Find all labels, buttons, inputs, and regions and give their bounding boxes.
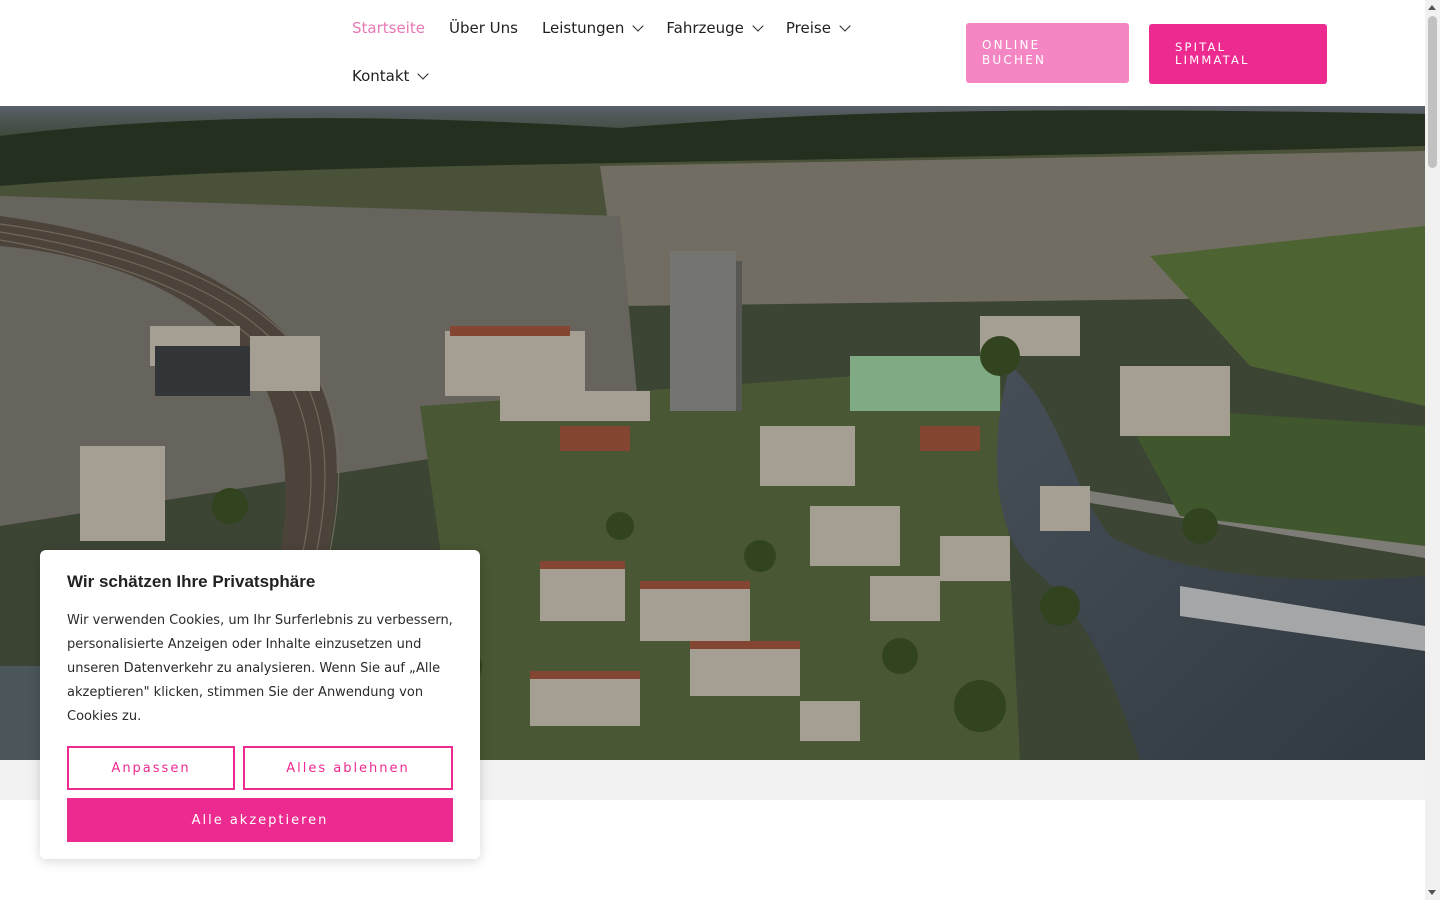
page-scrollbar[interactable] bbox=[1425, 0, 1440, 900]
spital-limmatal-line2: LIMMATAL bbox=[1175, 53, 1250, 67]
nav-item-label: Fahrzeuge bbox=[666, 19, 744, 37]
chevron-down-icon bbox=[752, 20, 764, 32]
nav-item-leistungen[interactable]: Leistungen bbox=[530, 8, 654, 48]
cookie-title: Wir schätzen Ihre Privatsphäre bbox=[67, 572, 316, 591]
chevron-down-icon bbox=[417, 68, 430, 80]
nav-item-startseite[interactable]: Startseite bbox=[340, 8, 437, 48]
accept-all-button[interactable]: Alle akzeptieren bbox=[67, 798, 453, 842]
cookie-text: Wir verwenden Cookies, um Ihr Surferlebn… bbox=[67, 613, 453, 724]
nav-item-label: Preise bbox=[785, 19, 831, 37]
nav-item-fahrzeuge[interactable]: Fahrzeuge bbox=[654, 8, 773, 48]
site-header: Startseite Über Uns Leistungen Fahrzeuge… bbox=[0, 0, 1425, 106]
cookie-consent-banner: Wir schätzen Ihre Privatsphäre Wir verwe… bbox=[40, 550, 480, 859]
online-buchen-line2: BUCHEN bbox=[982, 53, 1047, 67]
customize-button[interactable]: Anpassen bbox=[67, 746, 235, 790]
main-nav: Startseite Über Uns Leistungen Fahrzeuge… bbox=[340, 8, 900, 104]
nav-item-label: Kontakt bbox=[352, 67, 410, 85]
nav-item-label: Über Uns bbox=[448, 19, 518, 37]
nav-item-label: Startseite bbox=[352, 19, 425, 37]
chevron-down-icon bbox=[839, 20, 851, 32]
nav-item-kontakt[interactable]: Kontakt bbox=[340, 56, 439, 96]
scroll-up-icon[interactable] bbox=[1428, 5, 1436, 10]
scroll-down-icon[interactable] bbox=[1428, 890, 1436, 895]
nav-item-label: Leistungen bbox=[541, 19, 625, 37]
spital-limmatal-label: SPITAL LIMMATAL bbox=[1175, 41, 1250, 67]
cookie-button-row: Anpassen Alles ablehnen bbox=[67, 746, 453, 790]
online-buchen-button[interactable]: ONLINE BUCHEN bbox=[966, 23, 1129, 83]
online-buchen-line1: ONLINE bbox=[982, 38, 1041, 52]
reject-all-button[interactable]: Alles ablehnen bbox=[243, 746, 453, 790]
nav-item-ueber-uns[interactable]: Über Uns bbox=[437, 8, 530, 48]
scrollbar-thumb[interactable] bbox=[1428, 16, 1437, 168]
chevron-down-icon bbox=[632, 20, 645, 32]
spital-limmatal-button[interactable]: SPITAL LIMMATAL bbox=[1149, 24, 1327, 84]
nav-item-preise[interactable]: Preise bbox=[774, 8, 861, 48]
online-buchen-label: ONLINE BUCHEN bbox=[982, 38, 1046, 68]
